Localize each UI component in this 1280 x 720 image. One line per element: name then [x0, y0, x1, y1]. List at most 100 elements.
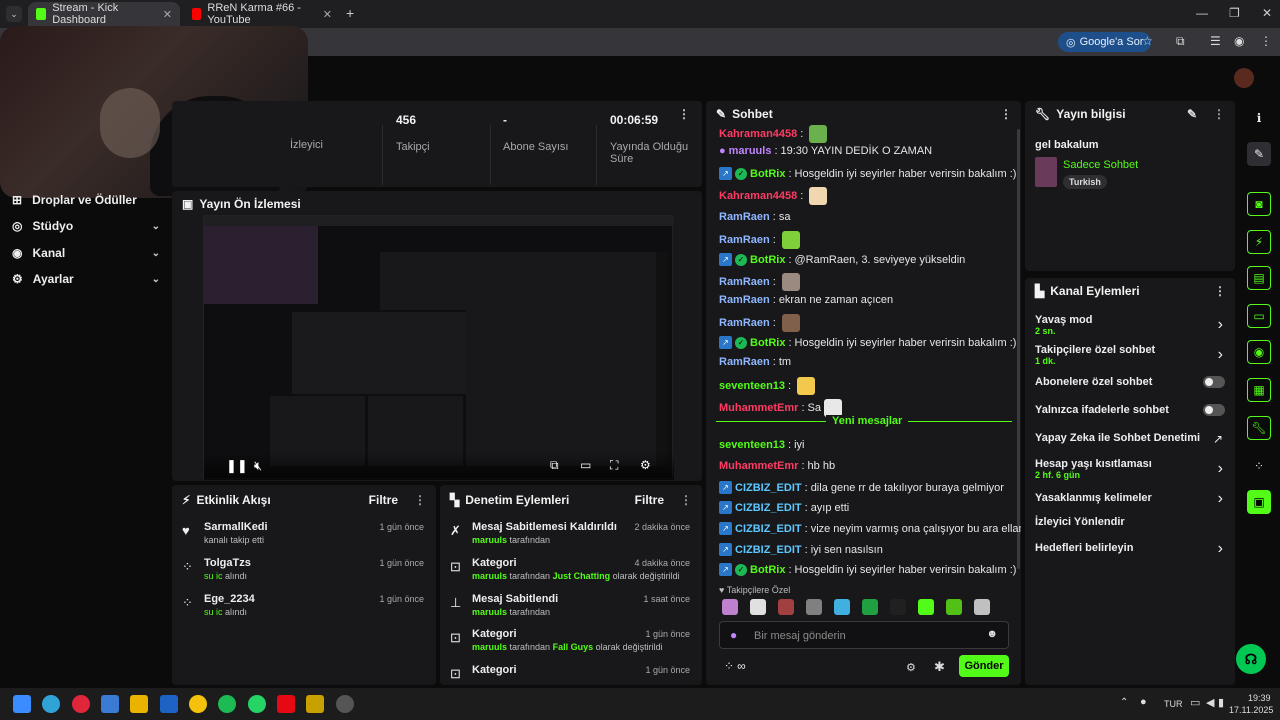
windows-start-icon[interactable] [13, 695, 31, 713]
nav-settings[interactable]: ⚙ Ayarlar ⌄ [12, 269, 160, 289]
info-icon[interactable]: ℹ [1247, 106, 1271, 130]
chat-scrollbar[interactable] [1017, 129, 1020, 569]
chat-message[interactable]: ↗ CIZBIZ_EDIT: iyi sen nasılsın [719, 543, 883, 556]
browser-menu-icon[interactable]: ⋮ [1260, 34, 1272, 48]
category-name[interactable]: Sadece Sohbet [1063, 159, 1138, 171]
close-tab-icon[interactable]: ✕ [163, 8, 172, 21]
document-icon[interactable]: ▤ [1247, 266, 1271, 290]
monitor-icon[interactable]: ▭ [1190, 696, 1200, 709]
chat-message[interactable]: RamRaen: [719, 273, 800, 291]
chat-message[interactable]: ↗ CIZBIZ_EDIT: ayıp etti [719, 501, 849, 514]
tools-icon[interactable]: 🔧︎ [1247, 416, 1271, 440]
photos-icon[interactable] [101, 695, 119, 713]
chat-username[interactable]: RamRaen [719, 356, 770, 368]
mute-icon[interactable]: 🔇︎ [254, 458, 262, 474]
channel-action-item[interactable]: Abonelere özel sohbet [1025, 376, 1235, 402]
nav-channel[interactable]: ◉ Kanal ⌄ [12, 243, 160, 263]
emote-button[interactable] [778, 599, 794, 615]
chat-username[interactable]: Kahraman4458 [719, 128, 797, 140]
close-window-icon[interactable]: ✕ [1262, 6, 1272, 20]
channel-action-item[interactable]: Yapay Zeka ile Sohbet Denetimi ↗ [1025, 432, 1235, 458]
chat-menu-icon[interactable]: ⋮ [1000, 107, 1012, 121]
chat-message[interactable]: ↗ CIZBIZ_EDIT: dila gene rr de takılıyor b… [719, 481, 1004, 494]
chat-username[interactable]: RamRaen [719, 276, 770, 288]
chat-username[interactable]: BotRix [750, 337, 785, 349]
chat-username[interactable]: RamRaen [719, 317, 770, 329]
chat-message[interactable]: ↗ ✓ BotRix: Hosgeldin iyi seyirler haber ve… [719, 563, 1016, 576]
channel-action-item[interactable]: Yasaklanmış kelimeler › [1025, 490, 1235, 518]
extensions-icon[interactable]: ⧉ [1176, 34, 1185, 49]
chat-username[interactable]: CIZBIZ_EDIT [735, 523, 802, 535]
tab-search-icon[interactable]: ⌄ [6, 6, 22, 22]
emote-panel-icon[interactable]: ✱ [934, 659, 945, 675]
pause-icon[interactable]: ❚❚ [226, 458, 248, 474]
game-icon[interactable] [306, 695, 324, 713]
close-tab-icon[interactable]: ✕ [323, 8, 332, 21]
chat-username[interactable]: BotRix [750, 564, 785, 576]
chat-message[interactable]: ↗ ✓ BotRix: @RamRaen, 3. seviyeye yükseldin [719, 253, 965, 266]
chat-message[interactable]: Kahraman4458: [719, 187, 828, 205]
chat-username[interactable]: Kahraman4458 [719, 190, 797, 202]
mic-icon[interactable]: ● [730, 628, 737, 642]
app-store-icon[interactable] [160, 695, 178, 713]
chat-message[interactable]: MuhammetEmr: Sa [719, 399, 842, 417]
media-icon[interactable]: ☰ [1210, 34, 1221, 48]
chat-message[interactable]: RamRaen: ekran ne zaman açıcen [719, 294, 893, 306]
chat-username[interactable]: CIZBIZ_EDIT [735, 482, 802, 494]
chat-username[interactable]: CIZBIZ_EDIT [735, 502, 802, 514]
app-icon[interactable]: ▣ [1247, 490, 1271, 514]
channel-action-item[interactable]: Yavaş mod 2 sn. › [1025, 314, 1235, 340]
emote-button[interactable] [862, 599, 878, 615]
camera-icon[interactable]: ◙ [1247, 192, 1271, 216]
chat-username[interactable]: RamRaen [719, 294, 770, 306]
chat-message[interactable]: RamRaen: tm [719, 356, 791, 368]
battery-icon[interactable]: ▮ [1218, 696, 1224, 709]
lightning-icon[interactable]: ⚡︎ [1247, 230, 1271, 254]
chat-message[interactable]: seventeen13: [719, 377, 816, 395]
video-player[interactable]: ❚❚ 🔇︎ ⧉ ▭ ⛶ ⚙ [203, 215, 674, 480]
theater-icon[interactable]: ▭ [580, 458, 591, 472]
language-indicator[interactable]: TUR [1164, 699, 1183, 709]
channel-action-item[interactable]: Hedefleri belirleyin › [1025, 540, 1235, 568]
chat-username[interactable]: MuhammetEmr [719, 460, 798, 472]
channel-action-item[interactable]: Takipçilere özel sohbet 1 dk. › [1025, 344, 1235, 370]
clock-time[interactable]: 19:39 [1248, 693, 1271, 703]
layout-icon[interactable]: ▦ [1247, 378, 1271, 402]
chat-username[interactable]: seventeen13 [719, 380, 785, 392]
chat-message[interactable]: ● maruuls:19:30 YAYIN DEDİK O ZAMAN [719, 145, 932, 157]
emote-button[interactable] [806, 599, 822, 615]
chat-message[interactable]: ↗ ✓ BotRix: Hosgeldin iyi seyirler haber ve… [719, 336, 1016, 349]
channel-action-item[interactable]: Yalnızca ifadelerle sohbet [1025, 404, 1235, 430]
chat-message[interactable]: MuhammetEmr: hb hb [719, 460, 835, 472]
chat-username[interactable]: MuhammetEmr [719, 402, 798, 414]
emote-button[interactable] [834, 599, 850, 615]
file-explorer-icon[interactable] [130, 695, 148, 713]
activity-menu-icon[interactable]: ⋮ [414, 493, 426, 507]
google-ask-button[interactable]: ◎ Google'a Sor [1058, 32, 1152, 52]
settings-gear-icon[interactable]: ⚙ [640, 458, 651, 472]
obs-icon[interactable] [336, 695, 354, 713]
chat-username[interactable]: RamRaen [719, 211, 770, 223]
chat-username[interactable]: BotRix [750, 254, 785, 266]
nav-drops[interactable]: ⊞ Droplar ve Ödüller [12, 190, 160, 210]
fullscreen-icon[interactable]: ⛶ [610, 458, 618, 473]
chat-username[interactable]: RamRaen [719, 234, 770, 246]
chat-username[interactable]: BotRix [750, 168, 785, 180]
toggle-switch[interactable] [1203, 404, 1225, 416]
whatsapp-icon[interactable] [248, 695, 266, 713]
clock-date[interactable]: 17.11.2025 [1229, 705, 1273, 715]
support-headset-icon[interactable]: ☊ [1236, 644, 1266, 674]
mic-tray-icon[interactable]: ● [1140, 696, 1147, 708]
emoji-icon[interactable]: ☻ [986, 628, 998, 640]
nav-studio[interactable]: ◎ Stüdyo ⌄ [12, 216, 160, 236]
chat-username[interactable]: seventeen13 [719, 439, 785, 451]
channel-actions-menu-icon[interactable]: ⋮ [1214, 284, 1226, 298]
chat-settings-icon[interactable]: ⚙ [906, 661, 916, 674]
new-tab-button[interactable]: + [346, 5, 354, 21]
edge-icon[interactable] [42, 695, 60, 713]
points-icon[interactable]: ⁘ [1247, 454, 1271, 478]
kick-points-row[interactable]: ⁘ ∞ [724, 659, 746, 673]
restore-icon[interactable]: ❐ [1229, 6, 1240, 20]
send-button[interactable]: Gönder [959, 655, 1009, 677]
chat-username[interactable]: maruuls [729, 145, 772, 157]
